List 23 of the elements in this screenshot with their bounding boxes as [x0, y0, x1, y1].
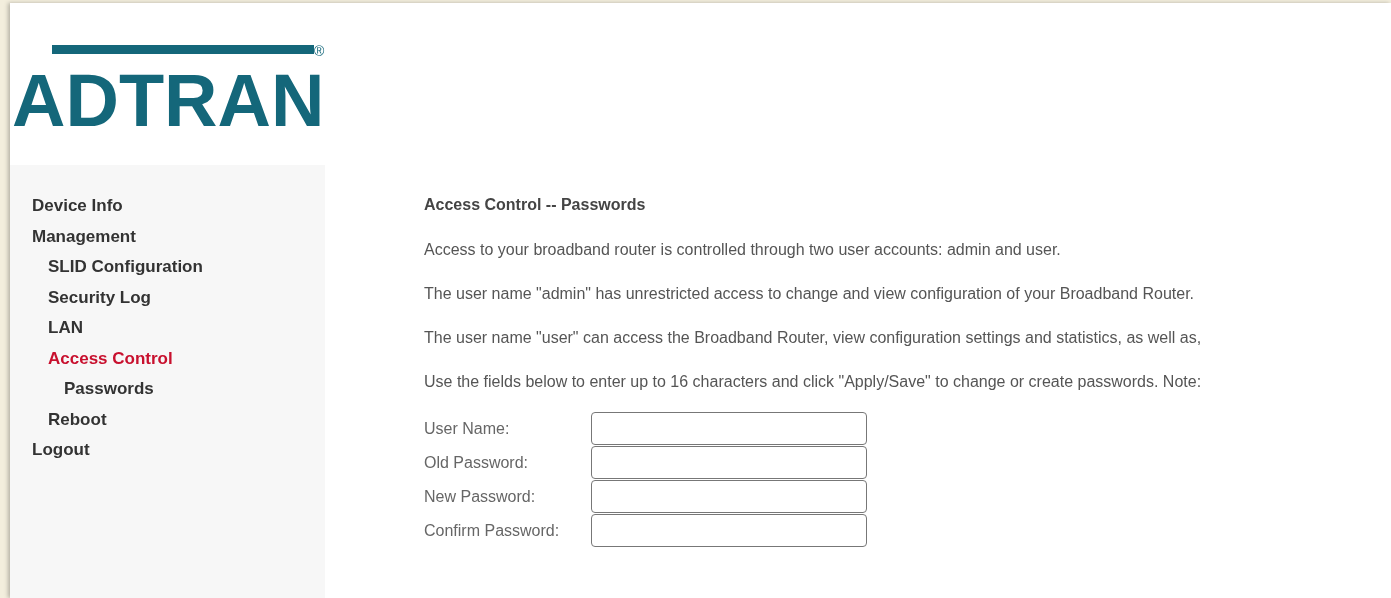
input-field[interactable]	[591, 514, 867, 547]
nav-item[interactable]: Device Info	[32, 191, 123, 222]
nav-item[interactable]: Access Control	[48, 343, 173, 374]
field-label: Old Password:	[424, 453, 530, 473]
nav-item[interactable]: Reboot	[48, 404, 107, 435]
description-text: Use the fields below to enter up to 16 characters and click "Apply/Save" to change or create passwords. Note:	[424, 372, 1202, 391]
input-field[interactable]	[591, 480, 867, 513]
nav-item[interactable]: Passwords	[64, 374, 154, 405]
nav-item[interactable]: SLID Configuration	[48, 252, 203, 283]
nav-item[interactable]: Management	[32, 221, 136, 252]
description-text: The user name "admin" has unrestricted access to change and view configuration of your Broadband Router.	[424, 284, 1195, 303]
description-text: Access to your broadband router is controlled through two user accounts: admin and user.	[424, 240, 1061, 259]
field-label: Confirm Password:	[424, 521, 561, 541]
nav-item[interactable]: Security Log	[48, 282, 151, 313]
nav-item[interactable]: Logout	[32, 435, 90, 466]
nav-item[interactable]: LAN	[48, 313, 83, 344]
input-field[interactable]	[591, 446, 867, 479]
logo: ADTRAN ®	[10, 40, 330, 134]
field-label: New Password:	[424, 487, 537, 507]
input-field[interactable]	[591, 412, 867, 445]
field-label: User Name:	[424, 419, 511, 439]
description-text: The user name "user" can access the Broadband Router, view configuration settings and statistics, as well as,	[424, 328, 1202, 347]
page-title: Access Control -- Passwords	[424, 195, 647, 215]
